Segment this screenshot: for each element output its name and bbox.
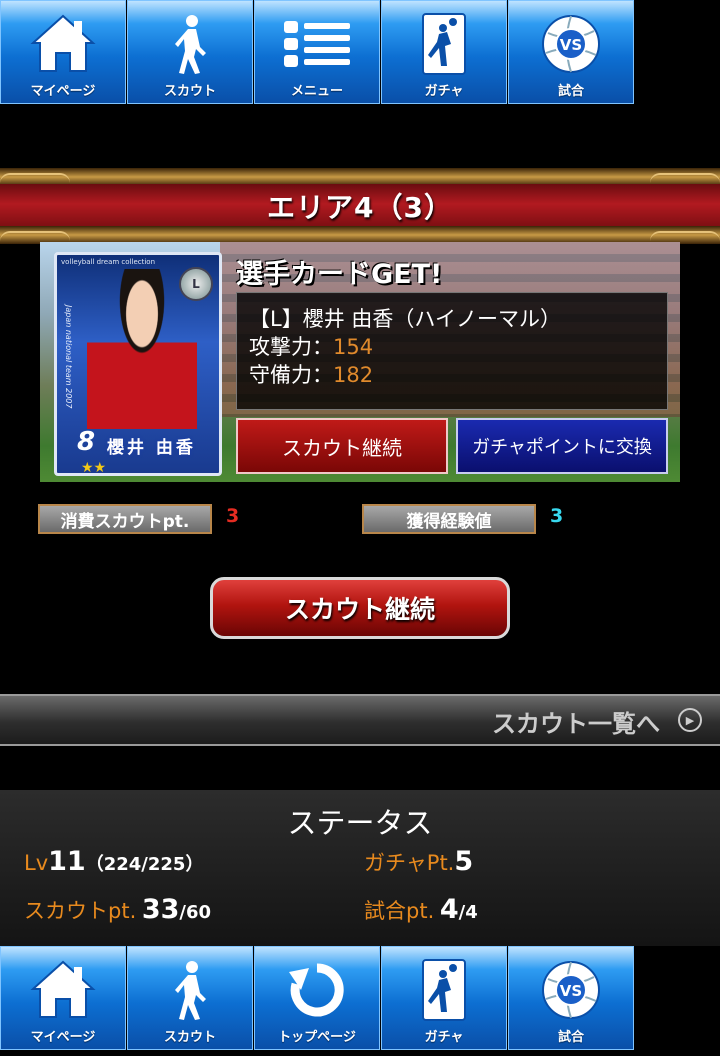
match-point-value: 4 xyxy=(439,894,459,925)
gacha-point-label: ガチャPt. xyxy=(364,851,455,875)
scout-point-max: /60 xyxy=(179,902,212,923)
cost-value: 3 xyxy=(226,505,240,527)
nav-scout-button[interactable]: スカウト xyxy=(127,0,253,104)
vs-ball-icon: VS xyxy=(509,9,633,79)
defense-value: 182 xyxy=(333,363,374,387)
nav-gacha-label: ガチャ xyxy=(424,1030,464,1045)
scout-list-link[interactable]: スカウト一覧へ ▶ xyxy=(0,694,720,746)
nav-mypage-label: マイページ xyxy=(30,1030,96,1045)
level-stat: Lv11（224/225） xyxy=(24,846,203,877)
nav-mypage-button[interactable]: マイページ xyxy=(0,0,126,104)
volleyball-player-card-icon xyxy=(382,955,506,1025)
svg-text:VS: VS xyxy=(560,982,582,1000)
status-panel: ステータス Lv11（224/225） ガチャPt.5 スカウトpt. 33/6… xyxy=(0,790,720,946)
nav-menu-label: メニュー xyxy=(290,84,343,99)
match-point-max: /4 xyxy=(458,902,478,923)
nav-mypage-label: マイページ xyxy=(30,84,96,99)
gacha-point-value: 5 xyxy=(454,846,474,877)
status-title: ステータス xyxy=(287,806,433,840)
attack-label: 攻撃力： xyxy=(249,335,333,359)
bottom-nav: マイページ スカウト トップページ ガチャ VS 試合 xyxy=(0,946,634,1052)
player-photo xyxy=(87,269,197,429)
nav-match-button[interactable]: VS 試合 xyxy=(508,946,634,1050)
defense-label: 守備力： xyxy=(249,363,333,387)
level-exp: （224/225） xyxy=(85,854,204,875)
match-point-stat: 試合pt. 4/4 xyxy=(364,894,478,925)
area-title: エリア4（3） xyxy=(267,191,453,224)
volleyball-player-card-icon xyxy=(382,9,506,79)
gacha-point-stat: ガチャPt.5 xyxy=(364,846,473,877)
card-jersey-number: 8 xyxy=(77,427,96,457)
nav-toppage-label: トップページ xyxy=(278,1030,356,1045)
nav-match-button[interactable]: VS 試合 xyxy=(508,0,634,104)
walking-person-icon xyxy=(128,9,252,79)
exp-label-chip: 獲得経験値 xyxy=(362,504,536,534)
match-point-label: 試合pt. xyxy=(364,899,435,923)
area-banner: エリア4（3） xyxy=(0,184,720,228)
card-stars: ★★ xyxy=(81,460,107,476)
refresh-arrow-icon xyxy=(255,955,379,1025)
scout-point-label: スカウトpt. xyxy=(24,899,137,923)
house-icon xyxy=(1,9,125,79)
attack-row: 攻撃力：154 xyxy=(249,331,373,361)
exchange-gacha-point-button[interactable]: ガチャポイントに交換 xyxy=(456,418,668,474)
nav-match-label: 試合 xyxy=(557,1030,584,1045)
card-get-heading: 選手カードGET! xyxy=(236,259,443,290)
walking-person-icon xyxy=(128,955,252,1025)
scout-list-label: スカウト一覧へ xyxy=(492,710,660,738)
card-side-text: Japan national team 2007 xyxy=(64,305,73,409)
continue-scout-button[interactable]: スカウト継続 xyxy=(236,418,448,474)
vs-ball-icon: VS xyxy=(509,955,633,1025)
nav-scout-label: スカウト xyxy=(163,1030,216,1045)
nav-match-label: 試合 xyxy=(557,84,584,99)
top-nav: マイページ スカウト メニュー ガチャ VS 試合 xyxy=(0,0,634,106)
menu-list-icon xyxy=(255,9,379,79)
scout-point-value: 33 xyxy=(141,894,180,925)
nav-gacha-button[interactable]: ガチャ xyxy=(381,0,507,104)
attack-value: 154 xyxy=(333,335,374,359)
card-collection-text: volleyball dream collection xyxy=(61,258,156,266)
nav-menu-button[interactable]: メニュー xyxy=(254,0,380,104)
nav-gacha-label: ガチャ xyxy=(424,84,464,99)
level-label: Lv xyxy=(24,851,49,875)
nav-toppage-button[interactable]: トップページ xyxy=(254,946,380,1050)
cost-label-chip: 消費スカウトpt. xyxy=(38,504,212,534)
card-rarity-badge: L xyxy=(179,267,213,301)
player-card[interactable]: volleyball dream collection Japan nation… xyxy=(54,252,222,476)
level-value: 11 xyxy=(48,846,86,877)
continue-scout-main-button[interactable]: スカウト継続 xyxy=(210,577,510,639)
nav-scout-button[interactable]: スカウト xyxy=(127,946,253,1050)
scout-point-stat: スカウトpt. 33/60 xyxy=(24,894,211,925)
defense-row: 守備力：182 xyxy=(249,359,373,389)
player-info-box: 【L】櫻井 由香（ハイノーマル） 攻撃力：154 守備力：182 xyxy=(236,292,668,410)
card-player-name: 櫻井 由香 xyxy=(107,438,196,458)
player-name: 【L】櫻井 由香（ハイノーマル） xyxy=(249,307,561,331)
exp-value: 3 xyxy=(550,505,564,527)
scout-result-panel: volleyball dream collection Japan nation… xyxy=(40,242,680,482)
nav-gacha-button[interactable]: ガチャ xyxy=(381,946,507,1050)
nav-mypage-button[interactable]: マイページ xyxy=(0,946,126,1050)
play-arrow-icon: ▶ xyxy=(678,708,702,732)
house-icon xyxy=(1,955,125,1025)
svg-text:VS: VS xyxy=(560,36,582,54)
nav-scout-label: スカウト xyxy=(163,84,216,99)
